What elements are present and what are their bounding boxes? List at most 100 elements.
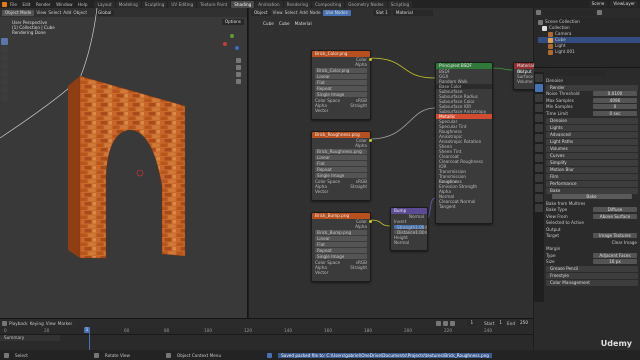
simplify-section[interactable]: Simplify [546, 159, 638, 166]
light-001-row[interactable]: Light.001 [538, 49, 640, 55]
physics-tab-icon[interactable] [535, 164, 543, 172]
world-tab-icon[interactable] [535, 124, 543, 132]
freestyle-section[interactable]: Freestyle [546, 273, 638, 279]
scene-tab-icon[interactable] [535, 114, 543, 122]
image-texture-node-bump[interactable]: Brick_Bump.png Color Alpha Brick_Bump.pn… [311, 212, 372, 282]
render-tab-icon[interactable] [535, 84, 543, 92]
bump-node[interactable]: Bump Normal Invert Strength 1.000 Distanc… [390, 207, 428, 251]
navigation-gizmo[interactable] [223, 34, 241, 52]
bake-type-dropdown[interactable]: Diffuse [593, 207, 637, 213]
3d-viewport[interactable]: Object Mode View Select Add Object Globa… [0, 8, 248, 318]
view-layer-selector[interactable]: ViewLayer [610, 1, 638, 7]
principled-bsdf-node[interactable]: Principled BSDF BSDF GGX Random Walk Base C… [435, 62, 493, 224]
timeline-menu-view[interactable]: View [46, 321, 56, 326]
properties-search[interactable] [546, 69, 606, 76]
timeline-menu-playback[interactable]: Playback [9, 321, 28, 326]
menu-help[interactable]: Help [78, 2, 88, 7]
tab-geometry-nodes[interactable]: Geometry Nodes [345, 0, 387, 8]
axis-x-icon[interactable] [223, 42, 227, 46]
properties-panel[interactable]: Denoise Render Noise Threshold 0.0100 Max… [534, 68, 640, 358]
extension-dropdown[interactable]: Repeat [315, 86, 367, 91]
extension-dropdown[interactable]: Repeat [315, 167, 367, 172]
view-layer-tab-icon[interactable] [535, 104, 543, 112]
min-samples-field[interactable]: 0 [593, 104, 637, 110]
zoom-icon[interactable] [236, 58, 241, 63]
grease-pencil-section[interactable]: Grease Pencil [546, 266, 638, 272]
margin-size-field[interactable]: 16 px [593, 259, 637, 265]
source-dropdown[interactable]: Single Image [315, 254, 367, 259]
filter-icon[interactable] [597, 10, 602, 15]
tab-modeling[interactable]: Modeling [115, 0, 141, 8]
menu-window[interactable]: Window [56, 2, 73, 7]
image-field[interactable]: Brick_Bump.png [315, 230, 367, 235]
timeline-editor-icon[interactable] [2, 320, 7, 326]
output-tab-icon[interactable] [535, 94, 543, 102]
interpolation-dropdown[interactable]: Linear [315, 155, 367, 160]
bsdf-input-row[interactable]: Tangent [436, 204, 492, 209]
menu-edit[interactable]: Edit [22, 2, 30, 7]
menu-file[interactable]: File [10, 2, 17, 7]
source-dropdown[interactable]: Single Image [315, 92, 367, 97]
bake-button[interactable]: Bake [551, 194, 632, 200]
max-samples-field[interactable]: 4096 [593, 97, 637, 103]
tab-texture-paint[interactable]: Texture Paint [197, 0, 231, 8]
tab-scripting[interactable]: Scripting [387, 0, 413, 8]
lights-section[interactable]: Lights [546, 124, 638, 131]
curves-section[interactable]: Curves [546, 152, 638, 159]
end-frame-field[interactable]: 250 [517, 320, 531, 326]
target-dropdown[interactable]: Image Textures [593, 233, 637, 239]
interpolation-dropdown[interactable]: Linear [315, 74, 367, 79]
time-limit-field[interactable]: 0 sec [593, 110, 637, 116]
image-texture-node-color[interactable]: Brick_Color.png Color Alpha Brick_Color.… [311, 50, 372, 120]
volumes-section[interactable]: Volumes [546, 145, 638, 152]
distance-field[interactable]: Distance 1.000 [394, 230, 427, 235]
tab-layout[interactable]: Layout [94, 0, 115, 8]
material-tab-icon[interactable] [535, 194, 543, 202]
image-texture-node-roughness[interactable]: Brick_Roughness.png Color Alpha Brick_Ro… [311, 131, 372, 201]
timeline[interactable]: Playback Keying View Marker 1 Start 1 En… [0, 318, 533, 350]
interpolation-dropdown[interactable]: Linear [315, 236, 367, 241]
margin-type-dropdown[interactable]: Adjacent Faces [593, 252, 637, 258]
axis-y-icon[interactable] [230, 34, 234, 38]
blender-logo-icon[interactable] [2, 1, 7, 7]
timeline-menu-keying[interactable]: Keying [30, 321, 44, 326]
jump-end-icon[interactable] [450, 320, 456, 326]
timeline-ruler[interactable]: 020406080100120140160180200220240 [0, 327, 533, 335]
axis-z-icon[interactable] [235, 46, 239, 50]
modifier-tab-icon[interactable] [535, 144, 543, 152]
shader-editor[interactable]: Object View Select Add Node Use Nodes Sl… [249, 8, 537, 318]
tab-compositing[interactable]: Compositing [312, 0, 345, 8]
projection-dropdown[interactable]: Flat [315, 161, 367, 166]
image-field[interactable]: Brick_Color.png [315, 68, 367, 73]
tab-sculpting[interactable]: Sculpting [141, 0, 168, 8]
outliner[interactable]: Scene Collection Collection Camera Cube … [534, 8, 640, 68]
start-frame-field[interactable]: 1 [496, 320, 506, 326]
denoise-toggle-row[interactable]: Denoise [534, 77, 640, 84]
advanced-section[interactable]: Advanced [546, 131, 638, 138]
source-dropdown[interactable]: Single Image [315, 173, 367, 178]
extension-dropdown[interactable]: Repeat [315, 248, 367, 253]
view-from-dropdown[interactable]: Above Surface [593, 213, 637, 219]
denoise-section[interactable]: Denoise [546, 117, 638, 124]
tab-rendering[interactable]: Rendering [283, 0, 312, 8]
projection-dropdown[interactable]: Flat [315, 242, 367, 247]
play-icon[interactable] [443, 320, 449, 326]
output-socket[interactable] [369, 139, 372, 142]
camera-view-icon[interactable] [236, 72, 241, 77]
particles-tab-icon[interactable] [535, 154, 543, 162]
light-paths-section[interactable]: Light Paths [546, 138, 638, 145]
outliner-search[interactable] [543, 9, 595, 16]
tab-shading[interactable]: Shading [231, 0, 255, 8]
timeline-menu-marker[interactable]: Marker [58, 321, 72, 326]
pan-icon[interactable] [236, 65, 241, 70]
color-management-section[interactable]: Color Management [546, 280, 638, 286]
projection-dropdown[interactable]: Flat [315, 80, 367, 85]
constraints-tab-icon[interactable] [535, 174, 543, 182]
current-frame-field[interactable]: 1 [467, 320, 477, 326]
strength-field[interactable]: Strength 1.000 [394, 225, 427, 230]
summary-row[interactable]: Summary [0, 335, 60, 341]
object-tab-icon[interactable] [535, 134, 543, 142]
image-field[interactable]: Brick_Roughness.png [315, 149, 367, 154]
performance-section[interactable]: Performance [546, 180, 638, 187]
menu-render[interactable]: Render [36, 2, 51, 7]
